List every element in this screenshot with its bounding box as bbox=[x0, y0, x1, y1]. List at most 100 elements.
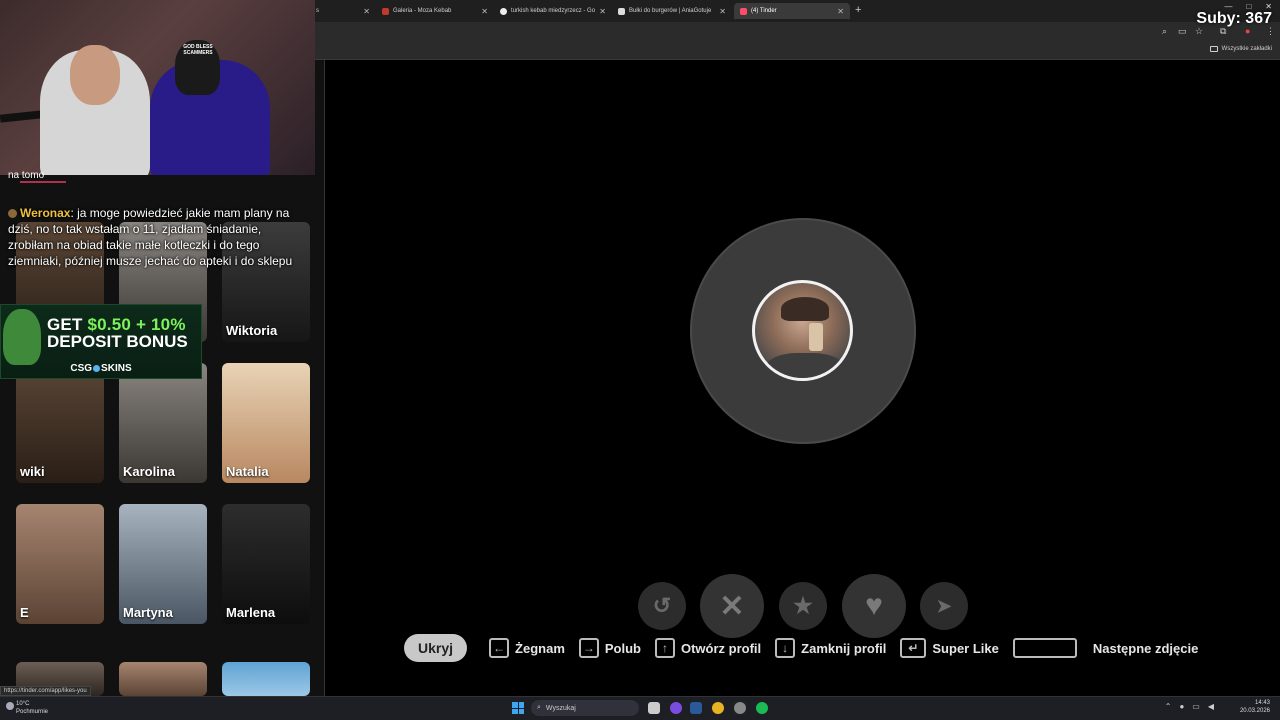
ad-subheadline: DEPOSIT BONUS bbox=[47, 332, 188, 351]
hint-super-like: ↵ Super Like bbox=[900, 638, 999, 658]
avatar-hair bbox=[781, 297, 829, 321]
hint-nope: ← Żegnam bbox=[489, 638, 565, 658]
like-card[interactable]: Karolina bbox=[119, 363, 207, 483]
cast-icon[interactable]: ▭ bbox=[1178, 26, 1187, 37]
rewind-icon: ↺ bbox=[652, 593, 672, 618]
folder-icon bbox=[1209, 46, 1218, 52]
weather-desc: Pochmurnie bbox=[16, 709, 49, 715]
rewind-button[interactable]: ↺ bbox=[638, 582, 686, 630]
card-name: Natalia bbox=[226, 464, 269, 479]
like-card[interactable] bbox=[222, 662, 310, 696]
tab-label: (4) Tinder bbox=[751, 8, 777, 14]
ad-headline: GET $0.50 + 10% bbox=[47, 316, 186, 333]
arrow-right-icon: → bbox=[578, 638, 599, 658]
keyboard-hints: Ukryj ← Żegnam → Polub ↑ Otwórz profil ↓ Zam… bbox=[404, 634, 1212, 662]
tab-aniagotuje[interactable]: Bułki do burgerów | AniaGotuje ✕ bbox=[612, 3, 732, 19]
hint-open-profile: ↑ Otwórz profil bbox=[654, 638, 762, 658]
tab-label: Galeria - Moza Kebab bbox=[393, 8, 452, 14]
weather-widget[interactable]: 10°C Pochmurnie bbox=[16, 700, 48, 716]
like-card[interactable]: Natalia bbox=[222, 363, 310, 483]
tab-label: s bbox=[316, 8, 319, 14]
tab-galeria[interactable]: Galeria - Moza Kebab ✕ bbox=[376, 3, 494, 19]
brand-logo-icon bbox=[93, 365, 101, 372]
like-card[interactable]: E bbox=[16, 504, 104, 624]
close-tab-icon[interactable]: ✕ bbox=[599, 7, 606, 16]
streamer-head bbox=[70, 45, 120, 105]
weather-temp: 10°C bbox=[16, 701, 30, 707]
cap-print: GOD BLESS SCAMMERS bbox=[183, 44, 213, 56]
all-bookmarks-button[interactable]: Wszystkie zakładki bbox=[1209, 46, 1272, 52]
new-tab-button[interactable]: + bbox=[855, 4, 861, 16]
card-name: Marlena bbox=[226, 605, 276, 620]
mic-icon[interactable]: ● bbox=[1179, 702, 1184, 711]
start-button[interactable] bbox=[512, 702, 524, 714]
obs-icon[interactable] bbox=[734, 702, 746, 714]
tab-partial[interactable]: s ✕ bbox=[310, 3, 376, 19]
arrow-left-icon: ← bbox=[489, 638, 510, 658]
like-card[interactable]: Marlena bbox=[222, 504, 310, 624]
status-url: https://tinder.com/app/likes-you bbox=[0, 686, 91, 696]
boost-button[interactable]: ➤ bbox=[920, 582, 968, 630]
subscriber-count: Suby: 367 bbox=[1196, 10, 1272, 27]
spotify-icon[interactable] bbox=[756, 702, 768, 714]
spacebar-icon bbox=[1012, 638, 1077, 658]
tinder-icon bbox=[740, 7, 747, 15]
like-button[interactable]: ♥ bbox=[842, 574, 906, 638]
arrow-down-icon: ↓ bbox=[775, 638, 796, 658]
tab-tinder[interactable]: (4) Tinder ✕ bbox=[734, 3, 850, 19]
tab-label: Bułki do burgerów | AniaGotuje bbox=[629, 8, 712, 14]
tab-label: turkish kebab miedzyrzecz - Go bbox=[511, 8, 596, 14]
favicon-icon bbox=[382, 7, 389, 15]
like-card[interactable]: wiki bbox=[16, 363, 104, 483]
chat-underline bbox=[20, 181, 66, 183]
close-tab-icon[interactable]: ✕ bbox=[363, 7, 370, 16]
taskbar-search[interactable]: ⌕ Wyszukaj bbox=[531, 700, 639, 716]
steam-icon[interactable] bbox=[690, 702, 702, 714]
enter-key-icon: ↵ bbox=[900, 638, 927, 658]
google-icon bbox=[500, 7, 507, 15]
close-icon: ✕ bbox=[719, 589, 745, 623]
like-card[interactable] bbox=[119, 662, 207, 696]
search-icon: ⌕ bbox=[537, 704, 541, 711]
hint-next-photo: Następne zdjęcie bbox=[1012, 638, 1199, 658]
tab-google-search[interactable]: turkish kebab miedzyrzecz - Go ✕ bbox=[494, 3, 612, 19]
system-tray: ⌃ ● ▭ ◀ bbox=[1165, 702, 1214, 711]
hint-next-label: Następne zdjęcie bbox=[1092, 640, 1199, 656]
card-name: E bbox=[20, 605, 29, 620]
hint-superlike-label: Super Like bbox=[932, 640, 999, 656]
chevron-up-icon[interactable]: ⌃ bbox=[1165, 702, 1172, 711]
hint-open-label: Otwórz profil bbox=[680, 640, 762, 656]
task-view-icon[interactable] bbox=[648, 702, 660, 714]
zoom-icon[interactable]: ⌕ bbox=[1162, 26, 1167, 37]
chat-previous-fragment: na tomo bbox=[8, 170, 45, 181]
close-tab-icon[interactable]: ✕ bbox=[837, 7, 844, 16]
mascot-icon bbox=[3, 309, 41, 365]
card-name: Martyna bbox=[123, 605, 173, 620]
close-tab-icon[interactable]: ✕ bbox=[481, 7, 488, 16]
hide-hints-button[interactable]: Ukryj bbox=[404, 634, 468, 662]
network-icon[interactable]: ▭ bbox=[1192, 702, 1200, 711]
like-card[interactable]: Martyna bbox=[119, 504, 207, 624]
hint-nope-label: Żegnam bbox=[515, 640, 565, 656]
clock-date: 20.03.2026 bbox=[1239, 708, 1270, 714]
arrow-up-icon: ↑ bbox=[654, 638, 675, 658]
clock-time: 14:43 bbox=[1254, 700, 1270, 706]
ad-banner[interactable]: GET $0.50 + 10% DEPOSIT BONUS CSG SKINS bbox=[0, 304, 202, 379]
send-icon: ➤ bbox=[936, 595, 952, 616]
search-placeholder: Wyszukaj bbox=[545, 704, 576, 712]
close-tab-icon[interactable]: ✕ bbox=[719, 7, 726, 16]
nope-button[interactable]: ✕ bbox=[700, 574, 764, 638]
taskbar bbox=[0, 696, 1280, 720]
chrome-icon[interactable] bbox=[712, 702, 724, 714]
hint-like-label: Polub bbox=[604, 640, 641, 656]
discord-icon[interactable] bbox=[670, 702, 682, 714]
favicon-icon bbox=[618, 7, 625, 15]
clock[interactable]: 14:43 20.03.2026 bbox=[1240, 699, 1270, 715]
ad-brand: CSG SKINS bbox=[1, 363, 201, 374]
star-icon: ★ bbox=[793, 593, 813, 618]
volume-icon[interactable]: ◀ bbox=[1208, 702, 1214, 711]
all-bookmarks-label: Wszystkie zakładki bbox=[1221, 46, 1272, 52]
chat-message: Weronax: ja moge powiedzieć jakie mam pl… bbox=[0, 205, 315, 269]
hint-close-profile: ↓ Zamknij profil bbox=[775, 638, 886, 658]
super-like-button[interactable]: ★ bbox=[779, 582, 827, 630]
